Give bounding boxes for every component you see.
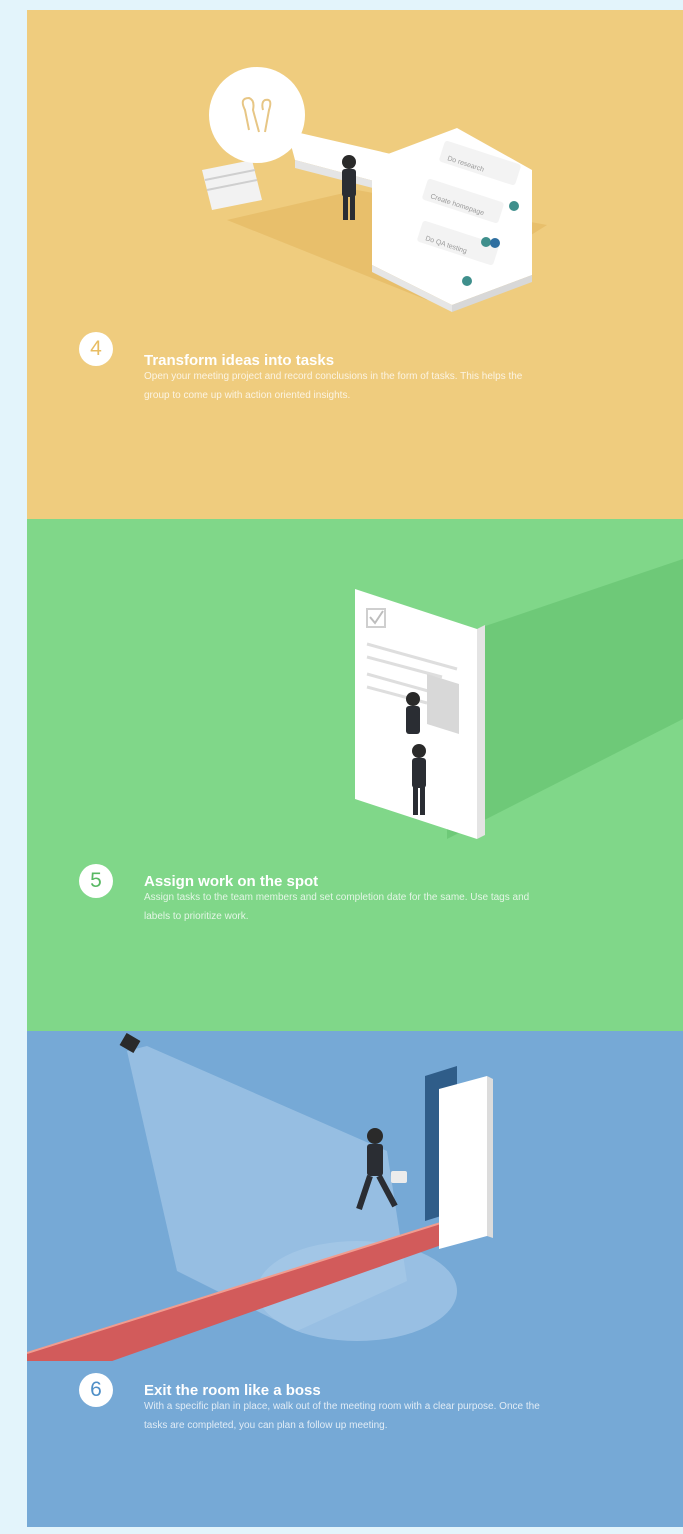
person-figure	[367, 1128, 383, 1144]
step-description: Open your meeting project and record con…	[144, 371, 523, 401]
briefcase-icon	[391, 1171, 407, 1183]
assign-work-illustration	[355, 559, 683, 839]
lightbulb-icon	[209, 67, 305, 163]
step-description: Assign tasks to the team members and set…	[144, 892, 530, 922]
exit-room-illustration	[27, 1032, 493, 1361]
person-figure	[406, 692, 420, 706]
step-4-panel: Do research Create homepage Do QA testing …	[27, 10, 683, 519]
step-description: With a specific plan in place, walk out …	[144, 1401, 540, 1431]
step-6-panel: 6 Exit the room like a boss With a speci…	[27, 1031, 683, 1527]
step-number: 5	[79, 864, 113, 898]
step-number: 6	[79, 1373, 113, 1407]
lightbulb-task-illustration: Do researchCreate homepageDo QA testing	[202, 67, 547, 312]
step-5-panel: 5 Assign work on the spot Assign tasks t…	[27, 519, 683, 1031]
door-icon	[439, 1076, 487, 1249]
step-number: 4	[79, 332, 113, 366]
person-figure	[342, 155, 356, 169]
